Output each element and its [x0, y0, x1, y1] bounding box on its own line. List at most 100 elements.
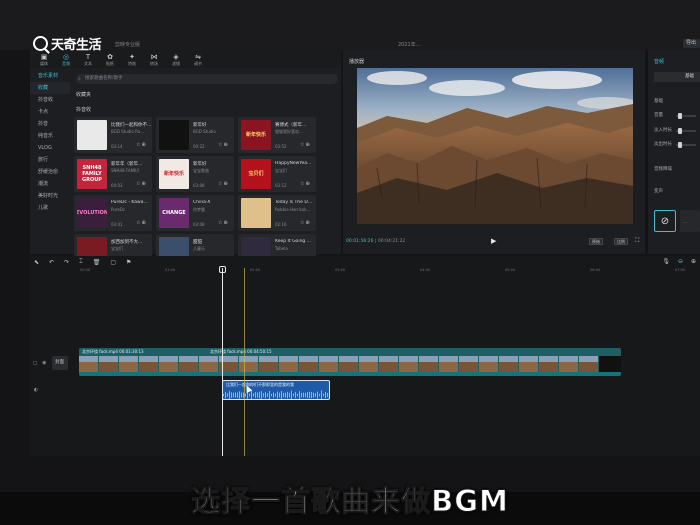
- undo-icon[interactable]: ↶: [49, 259, 54, 266]
- waveform-bar: [255, 392, 256, 398]
- waveform-bar: [323, 393, 324, 397]
- music-track-card[interactable]: SNH48 FAMILY GROUP 新年年（新年... SNH48 FAMILY 0…: [74, 156, 152, 192]
- album-cover: [159, 120, 189, 150]
- redo-icon[interactable]: ↷: [64, 259, 69, 266]
- freeze-icon[interactable]: ▢: [110, 259, 116, 266]
- audio-track-icon: ◐: [34, 387, 39, 393]
- video-preview[interactable]: [357, 68, 633, 224]
- search-input[interactable]: ⌕ 搜索歌曲名称/歌手: [76, 74, 338, 84]
- split-icon[interactable]: ⌶: [79, 258, 83, 266]
- category-item[interactable]: 抖音: [30, 118, 70, 130]
- waveform-bar: [225, 391, 226, 399]
- eye-icon[interactable]: ◉: [42, 360, 46, 366]
- export-button[interactable]: 导出: [683, 39, 700, 48]
- track-title: China-X: [193, 200, 211, 205]
- properties-panel: 音频 基础 基础 音量 淡入时长 淡出时长 音频降噪 变声 ⊘ …: [648, 50, 700, 254]
- favorite-download-icons[interactable]: ☆⊕: [300, 220, 311, 226]
- delete-icon[interactable]: 🗑: [93, 259, 101, 266]
- category-item[interactable]: 卡点: [30, 106, 70, 118]
- fade-in-slider[interactable]: [676, 128, 696, 134]
- track-duration: 03:12: [275, 183, 287, 188]
- tool-tab-7[interactable]: ⇋ 调节: [187, 50, 209, 68]
- category-item[interactable]: 收藏: [30, 82, 70, 94]
- no-effect-icon[interactable]: ⊘: [654, 210, 676, 232]
- tool-tab-5[interactable]: ⋈ 转场: [143, 50, 165, 68]
- category-item[interactable]: VLOG: [30, 142, 70, 154]
- category-item[interactable]: 儿歌: [30, 202, 70, 214]
- category-item[interactable]: 抖音收: [30, 94, 70, 106]
- waveform-bar: [267, 393, 268, 397]
- category-item[interactable]: 舒缓治愈: [30, 166, 70, 178]
- marker-line: [244, 268, 245, 456]
- tool-icon: ✦: [129, 52, 135, 61]
- category-item[interactable]: 美好时光: [30, 190, 70, 202]
- fade-out-slider[interactable]: [676, 142, 696, 148]
- voice-preset-button[interactable]: …: [680, 210, 700, 232]
- flag-icon[interactable]: ⚑: [126, 259, 131, 266]
- track-artist: 宝宝们: [275, 168, 287, 173]
- playhead[interactable]: [222, 268, 223, 456]
- video-frame-sky: [299, 356, 318, 362]
- volume-slider[interactable]: [676, 113, 696, 119]
- music-track-card[interactable]: 比我们一起和你不... BGD Studio Ra... 03:14 ☆⊕: [74, 117, 152, 153]
- album-cover-text: 新年快乐: [163, 171, 184, 177]
- tool-tab-6[interactable]: ◈ 滤镜: [165, 50, 187, 68]
- audio-clip[interactable]: 比我们一起和你们不那那里的是我的我: [222, 380, 330, 400]
- video-frame-sky: [459, 356, 478, 362]
- music-track-card[interactable]: EVOLUTION PureDc - Kawa... PureDc 03:41 ☆⊕: [74, 195, 152, 231]
- video-frame-sky: [479, 356, 498, 362]
- music-track-card[interactable]: 新年快乐 新年好 宝宝歌曲 03:08 ☆⊕: [156, 156, 234, 192]
- track-title: 新年好: [193, 162, 207, 167]
- zoom-icon[interactable]: ⊕: [691, 258, 696, 265]
- waveform-bar: [319, 393, 320, 397]
- select-tool-icon[interactable]: ⬉: [34, 259, 39, 266]
- track-artist: BGD Studio Ra...: [111, 129, 145, 134]
- audio-clip-label: 比我们一起和你们不那那里的是我的我: [226, 382, 294, 387]
- video-frame-sky: [259, 356, 278, 362]
- waveform-bar: [315, 393, 316, 397]
- favorite-download-icons[interactable]: ☆⊕: [136, 220, 147, 226]
- waveform-bar: [317, 391, 318, 399]
- favorite-download-icons[interactable]: ☆⊕: [136, 181, 147, 187]
- tool-tab-4[interactable]: ✦ 特效: [121, 50, 143, 68]
- category-item[interactable]: 旅行: [30, 154, 70, 166]
- track-duration: 03:08: [193, 183, 205, 188]
- tool-label: 转场: [150, 60, 158, 66]
- waveform-bar: [303, 392, 304, 398]
- category-item[interactable]: 纯音乐: [30, 130, 70, 142]
- cover-button[interactable]: 封面: [51, 356, 68, 370]
- row-denoise[interactable]: 音频降噪: [654, 166, 672, 172]
- favorite-download-icons[interactable]: ☆⊕: [136, 142, 147, 148]
- row-fade-in: 淡入时长: [654, 128, 672, 133]
- lock-icon[interactable]: ◻: [33, 360, 37, 366]
- video-frame-sky: [399, 356, 418, 362]
- favorite-download-icons[interactable]: ☆⊕: [218, 142, 229, 148]
- music-track-card[interactable]: CHANGE China-X 徐梦圆 03:08 ☆⊕: [156, 195, 234, 231]
- microphone-icon[interactable]: 🎙: [662, 258, 670, 265]
- favorite-download-icons[interactable]: ☆⊕: [300, 181, 311, 187]
- tab-basic[interactable]: 基础: [654, 72, 700, 82]
- category-item[interactable]: 潮流: [30, 178, 70, 190]
- tool-tab-3[interactable]: ✿ 贴纸: [99, 50, 121, 68]
- video-clip-label-1: 北京环绕 fack.mp4 00:01:30:13: [82, 349, 144, 354]
- video-frame-sky: [99, 356, 118, 362]
- link-icon[interactable]: ⊖: [678, 258, 683, 265]
- ruler-tick: 01:00: [165, 268, 176, 272]
- waveform-bar: [245, 393, 246, 397]
- favorite-download-icons[interactable]: ☆⊕: [218, 181, 229, 187]
- music-track-card[interactable]: 宝贝们 HappyNewYea... 宝宝们 03:12 ☆⊕: [238, 156, 316, 192]
- waveform-bar: [287, 391, 288, 399]
- track-title: 赛博式（新年...: [275, 123, 307, 128]
- favorite-download-icons[interactable]: ☆⊕: [300, 142, 311, 148]
- track-artist: 宝宝歌曲: [193, 168, 209, 173]
- favorite-download-icons[interactable]: ☆⊕: [218, 220, 229, 226]
- video-frame-sky: [159, 356, 178, 362]
- category-item[interactable]: 音乐素材: [30, 70, 70, 82]
- row-fade-out: 淡出时长: [654, 142, 672, 147]
- music-track-card[interactable]: 新年快乐 赛博式（新年... 猫猫我好喜欢... 03:52 ☆⊕: [238, 117, 316, 153]
- video-clip[interactable]: 北京环绕 fack.mp4 00:01:30:13 北京环绕 fack.mp4 …: [79, 348, 621, 376]
- waveform-bar: [313, 392, 314, 398]
- track-duration: 00:22: [193, 144, 205, 149]
- music-track-card[interactable]: 新年好 BGD Studio 00:22 ☆⊕: [156, 117, 234, 153]
- music-track-card[interactable]: Today Is The D... Robbie Harrisok... 02:16…: [238, 195, 316, 231]
